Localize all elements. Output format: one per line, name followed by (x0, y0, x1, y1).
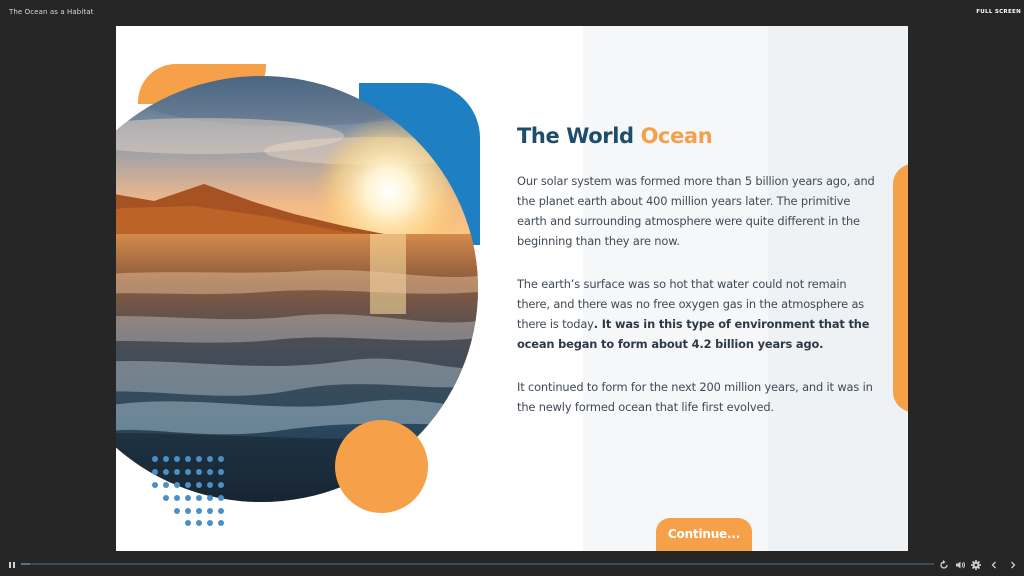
volume-icon[interactable] (953, 557, 967, 571)
player-controls (0, 551, 1024, 576)
top-bar: The Ocean as a Habitat FULL SCREEN (0, 0, 1024, 26)
decorative-pill (893, 164, 908, 412)
paragraph-1: Our solar system was formed more than 5 … (517, 174, 875, 248)
continue-button[interactable]: Continue... (656, 518, 752, 551)
slide-title-part1: The World (517, 124, 634, 148)
slide: The World Ocean Our solar system was for… (116, 26, 908, 551)
slide-title-part2: Ocean (640, 124, 713, 148)
settings-icon[interactable] (969, 557, 983, 571)
slide-title: The World Ocean (517, 124, 713, 148)
decorative-dot-grid (152, 456, 224, 526)
fullscreen-button[interactable]: FULL SCREEN (976, 9, 1021, 15)
replay-icon[interactable] (937, 557, 951, 571)
paragraph-3: It continued to form for the next 200 mi… (517, 380, 873, 414)
prev-icon[interactable] (987, 557, 1001, 571)
next-icon[interactable] (1006, 557, 1020, 571)
progress-fill (21, 563, 31, 565)
decorative-orange-circle (335, 420, 428, 513)
progress-bar[interactable] (21, 563, 934, 565)
pause-icon[interactable] (5, 557, 19, 571)
paragraph-2: The earth’s surface was so hot that wate… (517, 274, 882, 354)
app-title: The Ocean as a Habitat (9, 8, 94, 16)
